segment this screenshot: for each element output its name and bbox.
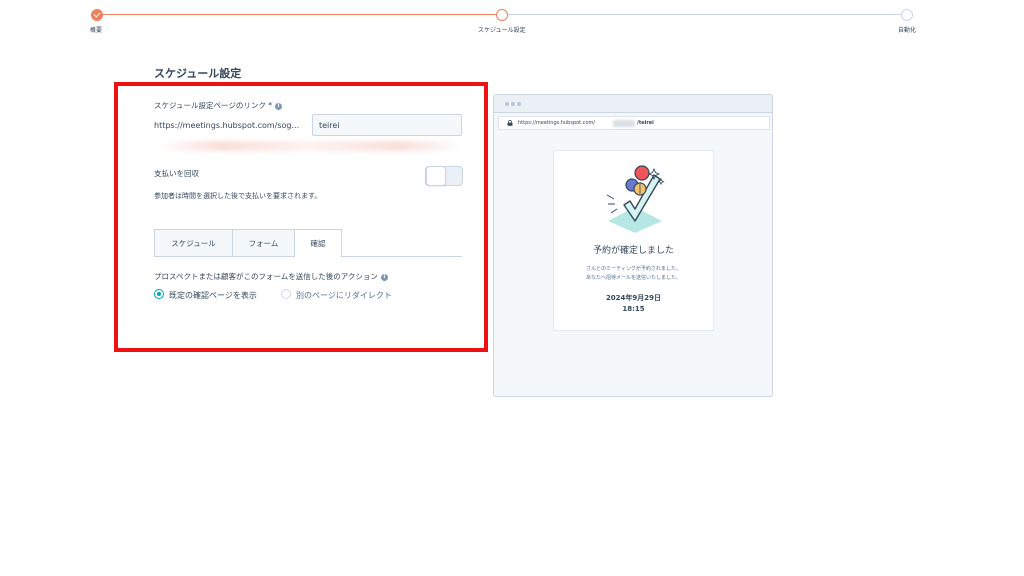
step-connector-completed [102,14,496,15]
url-prefix: https://meetings.hubspot.com/sog... [154,121,300,130]
step-schedule-label[interactable]: スケジュール設定 [478,25,526,34]
confirmation-message-1: さんとのミーティングが予約されました。 [586,266,681,272]
payment-toggle[interactable] [425,166,463,186]
info-icon[interactable]: i [380,274,388,281]
window-dot [517,102,521,106]
page: 概要 スケジュール設定 自動化 スケジュール設定 スケジュール設定ページのリンク… [0,0,1024,576]
meeting-time: 18:15 [622,305,645,313]
preview-url-bar: https://meetings.hubspot.com/ /teirei [498,116,770,130]
step-connector-pending [508,14,902,15]
step-automation-label[interactable]: 自動化 [898,25,916,34]
preview-titlebar [494,95,772,113]
confirmation-illustration-icon [606,165,665,233]
link-field-label: スケジュール設定ページのリンク * i [154,100,282,111]
window-dot [505,102,509,106]
confirmation-heading: 予約が確定しました [592,246,674,256]
tab-schedule[interactable]: スケジュール [154,229,233,257]
toggle-knob [426,166,446,186]
radio-redirect[interactable]: 別のページにリダイレクト [281,289,392,301]
step-overview-check-icon[interactable] [91,9,103,21]
lock-icon [507,120,513,126]
radio-unchecked-icon[interactable] [281,289,291,299]
payment-description: 参加者は時間を選択した後で支払いを要求されます。 [154,192,322,200]
confirmation-preview: https://meetings.hubspot.com/ /teirei 予約… [493,94,773,397]
window-dot [511,102,515,106]
radio-default-confirmation[interactable]: 既定の確認ページを表示 [154,289,257,301]
tab-confirmation[interactable]: 確認 [294,229,342,258]
step-overview-label[interactable]: 概要 [90,25,102,34]
action-label-text: プロスペクトまたは顧客がこのフォームを送信した後のアクション [154,272,378,281]
tab-form[interactable]: フォーム [232,229,295,257]
progress-stepper: 概要 スケジュール設定 自動化 [0,0,1024,40]
radio-checked-icon[interactable] [154,289,164,299]
radio-redirect-label[interactable]: 別のページにリダイレクト [296,291,392,300]
link-field-label-text: スケジュール設定ページのリンク * [154,101,272,110]
action-label: プロスペクトまたは顧客がこのフォームを送信した後のアクション i [154,271,388,282]
preview-url: https://meetings.hubspot.com/ [518,120,596,126]
step-schedule-dot[interactable] [496,9,508,21]
payment-label: 支払いを回収 [154,169,199,178]
slug-input[interactable] [312,114,462,136]
step-automation-dot[interactable] [901,9,913,21]
info-icon[interactable]: i [274,103,282,110]
radio-default-label[interactable]: 既定の確認ページを表示 [169,291,257,300]
redacted-blur [160,141,460,151]
settings-tabs: スケジュール フォーム 確認 [154,229,462,258]
section-title: スケジュール設定 [154,67,242,80]
preview-url-slug: /teirei [637,120,654,126]
meeting-date: 2024年9月29日 [605,294,662,302]
redacted-blur [613,120,635,127]
confirmation-message-2: あなたへ招待メールを送信いたしました。 [585,275,681,281]
confirmation-card: 予約が確定しました さんとのミーティングが予約されました。 あなたへ招待メールを… [553,150,714,331]
